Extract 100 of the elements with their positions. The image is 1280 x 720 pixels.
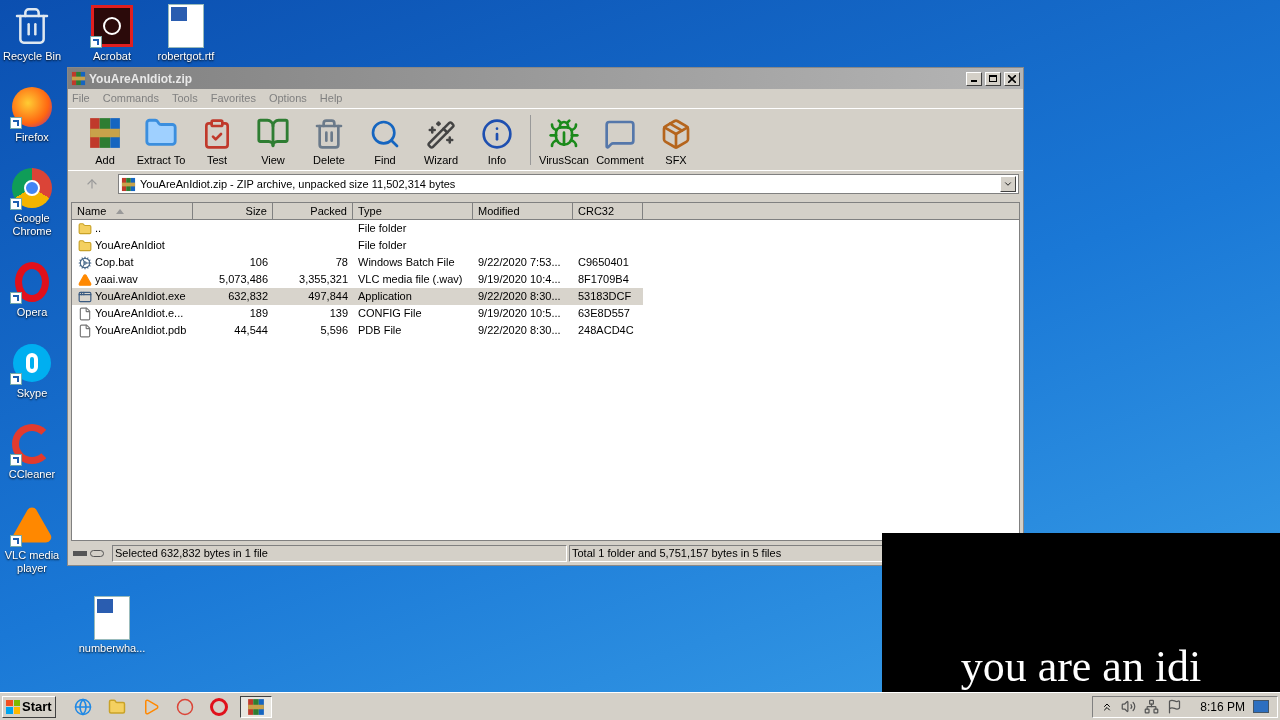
app-icon[interactable] <box>90 4 134 48</box>
column-header[interactable]: CRC32 <box>573 203 643 220</box>
table-cell-text: Cop.bat <box>95 255 134 271</box>
toolbar-button[interactable]: Test <box>190 110 244 169</box>
table-cell-text: 248ACD4C <box>578 323 634 339</box>
file-icon <box>78 306 92 321</box>
gear-icon <box>78 255 92 270</box>
toolbar-button[interactable]: Add <box>78 110 132 169</box>
archive-icon <box>71 71 86 86</box>
table-cell-text: 632,832 <box>228 289 268 305</box>
desktop-icon-label[interactable]: Skype <box>16 387 48 400</box>
toolbar-button[interactable]: Comment <box>593 110 647 169</box>
table-cell-text: YouAreAnIdiot <box>95 238 165 254</box>
table-cell-text: yaai.wav <box>95 272 138 288</box>
bug-icon <box>548 118 580 150</box>
toolbar-button[interactable]: Wizard <box>414 110 468 169</box>
table-cell-text: PDB File <box>358 323 402 339</box>
clock: 8:16 PM <box>1200 698 1245 716</box>
minimize-icon[interactable] <box>966 71 982 86</box>
status-text: Selected 632,832 bytes in 1 file <box>112 545 567 562</box>
table-cell-text: Windows Batch File <box>358 255 455 271</box>
toolbar-button[interactable]: Info <box>470 110 524 169</box>
desktop-icon-label[interactable]: Google Chrome <box>0 212 64 238</box>
column-header[interactable]: Size <box>193 203 273 220</box>
table-cell-text: VLC media file (.wav) <box>358 272 463 288</box>
table-cell-text: 9/22/2020 8:30... <box>478 323 561 339</box>
column-header[interactable]: Modified <box>473 203 573 220</box>
table-cell-text: 5,073,486 <box>219 272 268 288</box>
toolbar-button[interactable]: Find <box>358 110 412 169</box>
caret-icon <box>1003 179 1013 189</box>
table-cell-text: YouAreAnIdiot.e... <box>95 306 184 322</box>
comment-icon <box>604 118 636 150</box>
trash-icon <box>313 118 345 150</box>
file-row[interactable]: yaai.wav 5,073,486 3,355,321 VLC media file (.wav) 9/19/2020 10:4... 8F1709B4 <box>72 271 643 288</box>
table-cell-text: 5,596 <box>320 323 348 339</box>
column-header[interactable]: Packed <box>273 203 353 220</box>
file-row[interactable]: YouAreAnIdiot.pdb 44,544 5,596 PDB File 9/22/2020 8:30... 248ACD4C <box>72 322 643 339</box>
desktop-icon-label[interactable]: numberwha... <box>78 642 146 655</box>
table-cell-text: File folder <box>358 221 407 237</box>
taskbar-button[interactable] <box>239 695 272 718</box>
folder-icon <box>107 697 126 716</box>
folder-icon <box>78 238 92 253</box>
windows-logo-icon <box>6 699 20 714</box>
table-cell-text: 189 <box>249 306 268 322</box>
search-icon <box>369 118 401 150</box>
table-cell-text: 9/22/2020 7:53... <box>478 255 561 271</box>
column-header[interactable]: Type <box>353 203 473 220</box>
file-icon <box>78 323 92 338</box>
table-cell-text: C9650401 <box>578 255 629 271</box>
desktop-icon-label[interactable]: Acrobat <box>93 50 131 63</box>
speaker-icon[interactable] <box>1121 699 1137 714</box>
table-cell-text: 139 <box>329 306 348 322</box>
file-row[interactable]: YouAreAnIdiot.exe 632,832 497,844 Application 9/22/2020 8:30... 53183DCF <box>72 288 643 305</box>
table-cell-text: 9/22/2020 8:30... <box>478 289 561 305</box>
table-cell-text: 63E8D557 <box>578 306 630 322</box>
wand-icon <box>426 120 456 150</box>
table-cell-text: 44,544 <box>234 323 268 339</box>
popup-text: you are an idi <box>960 642 1202 692</box>
flag-icon[interactable] <box>1167 699 1183 714</box>
cone-icon <box>78 272 92 287</box>
desktop-icon-label[interactable]: VLC media player <box>0 549 64 575</box>
table-cell-text: File folder <box>358 238 407 254</box>
desktop-icon-label[interactable]: CCleaner <box>8 468 56 481</box>
toolbar-button[interactable]: SFX <box>649 110 703 169</box>
book-icon <box>256 116 290 150</box>
toolbar-button[interactable]: Extract To <box>134 110 188 169</box>
folder-icon <box>78 221 92 236</box>
file-row[interactable]: .. File folder <box>72 220 643 237</box>
table-cell-text: .. <box>95 221 102 237</box>
desktop-icon-label[interactable]: Firefox <box>15 131 49 144</box>
table-cell-text: 78 <box>335 255 348 271</box>
toolbar-button[interactable]: View <box>246 110 300 169</box>
toolbar-button[interactable]: Delete <box>302 110 356 169</box>
table-cell-text: 53183DCF <box>578 289 632 305</box>
table-cell-text: 9/19/2020 10:4... <box>478 272 561 288</box>
archive-icon <box>246 697 265 716</box>
file-row[interactable]: YouAreAnIdiot.e... 189 139 CONFIG File 9/19/2020 10:5... 63E8D557 <box>72 305 643 322</box>
close-icon[interactable] <box>1004 71 1020 86</box>
archive-icon <box>88 116 122 150</box>
archive-icon <box>121 176 136 192</box>
maximize-icon[interactable] <box>985 71 1001 86</box>
table-cell-text: 8F1709B4 <box>578 272 629 288</box>
dropdown-button[interactable] <box>1000 176 1016 192</box>
desktop-icon-label[interactable]: Opera <box>16 306 48 319</box>
network-icon[interactable] <box>1144 699 1160 714</box>
file-row[interactable]: Cop.bat 106 78 Windows Batch File 9/22/2020 7:53... C9650401 <box>72 254 643 271</box>
table-cell-text: 106 <box>249 255 268 271</box>
desktop-icon-label[interactable]: Recycle Bin <box>2 50 62 63</box>
toolbar-button[interactable]: VirusScan <box>537 110 591 169</box>
address-field[interactable]: YouAreAnIdiot.zip - ZIP archive, unpacked size 11,502,314 bytes <box>118 174 1019 194</box>
column-header[interactable]: Name <box>72 203 193 220</box>
start-button[interactable]: Start <box>2 695 56 718</box>
sort-arrow-icon <box>116 208 125 214</box>
table-cell-text: 497,844 <box>308 289 348 305</box>
table-cell-text: CONFIG File <box>358 306 422 322</box>
file-row[interactable]: YouAreAnIdiot File folder <box>72 237 643 254</box>
window-icon <box>78 289 92 304</box>
table-cell-text: 9/19/2020 10:5... <box>478 306 561 322</box>
table-cell-text: 3,355,321 <box>299 272 348 288</box>
desktop-icon-label[interactable]: robertgot.rtf <box>157 50 215 63</box>
